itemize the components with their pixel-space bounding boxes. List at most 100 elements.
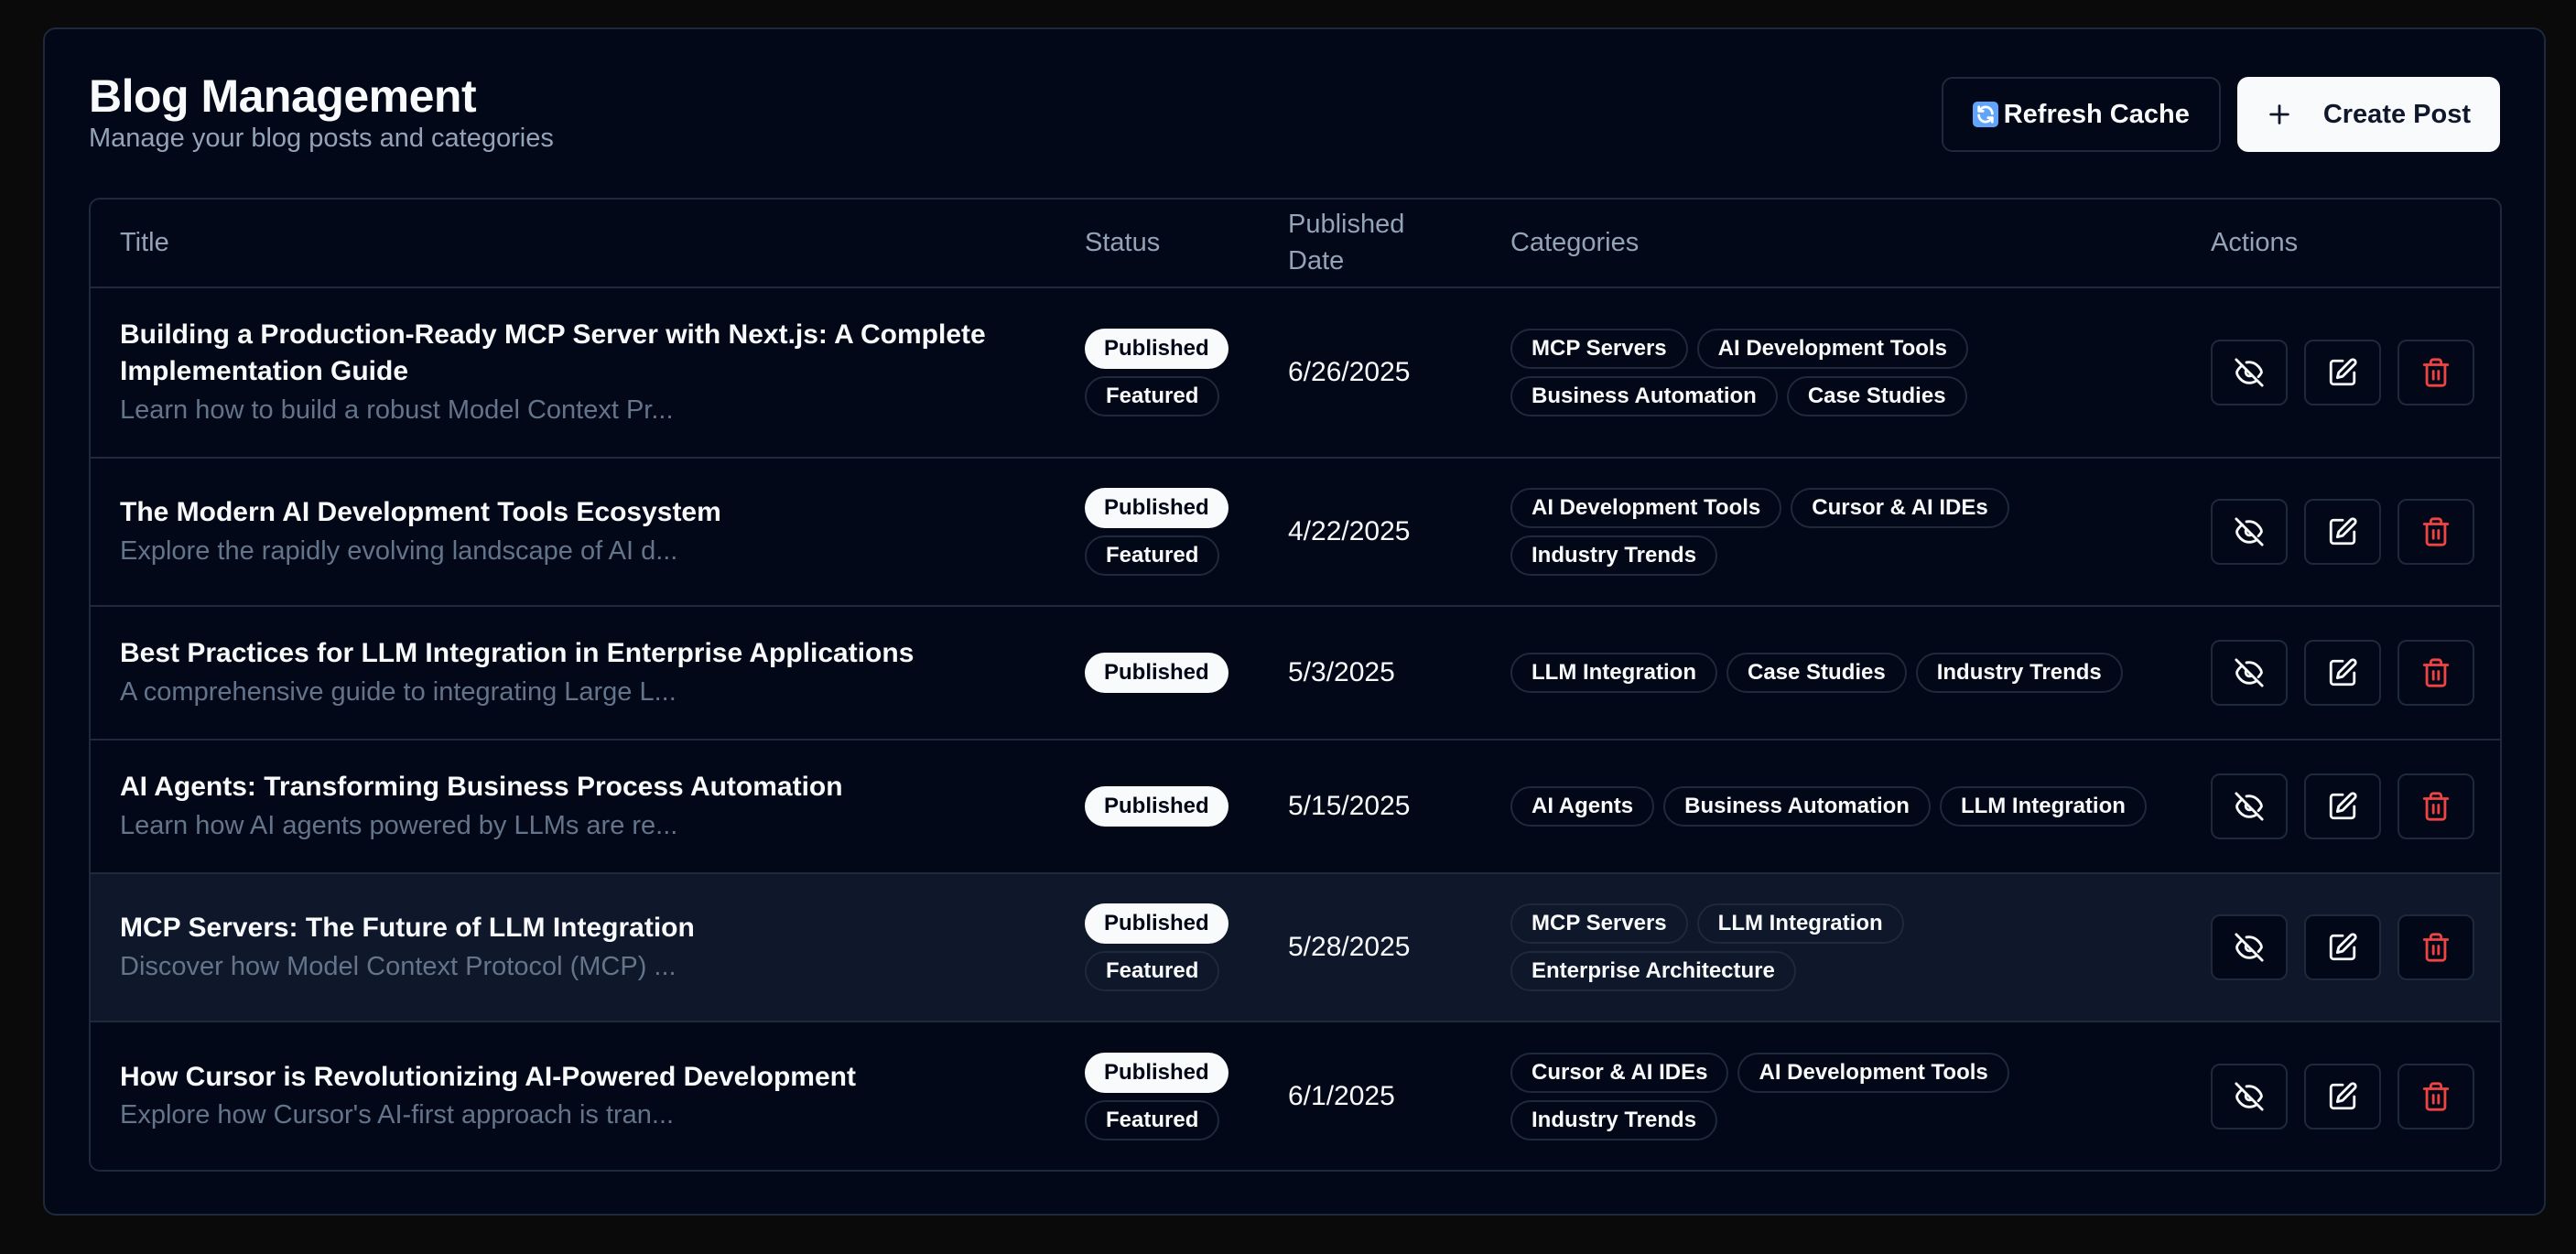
title-cell: Building a Production-Ready MCP Server w… [91, 287, 1055, 459]
category-badge: MCP Servers [1510, 329, 1688, 369]
create-post-label: Create Post [2322, 99, 2471, 129]
trash-icon [2420, 516, 2452, 547]
column-header-published-date: Published Date [1259, 200, 1481, 288]
status-badge: Published [1085, 1052, 1228, 1093]
status-badge: Published [1085, 786, 1228, 827]
published-date: 5/15/2025 [1288, 791, 1411, 821]
page-subtitle: Manage your blog posts and categories [89, 124, 554, 153]
plus-icon [2267, 102, 2292, 127]
category-badge: Business Automation [1663, 786, 1931, 827]
edit-icon [2327, 1081, 2358, 1112]
edit-button[interactable] [2304, 1063, 2381, 1130]
refresh-cache-button[interactable]: Refresh Cache [1941, 77, 2221, 152]
title-cell: AI Agents: Transforming Business Process… [91, 740, 1055, 874]
category-badge: Case Studies [1726, 653, 1907, 693]
edit-icon [2327, 791, 2358, 822]
actions-cell [2181, 458, 2500, 607]
actions-cell [2181, 287, 2500, 459]
date-cell: 5/28/2025 [1259, 873, 1481, 1022]
blog-management-card: Blog Management Manage your blog posts a… [43, 27, 2546, 1216]
table-header-row: Title Status Published Date Categories A… [91, 200, 2500, 288]
delete-button[interactable] [2397, 340, 2474, 405]
table-row: MCP Servers: The Future of LLM Integrati… [91, 873, 2500, 1022]
category-badge: AI Development Tools [1737, 1052, 2009, 1093]
category-badge: Business Automation [1510, 376, 1778, 416]
published-date: 5/28/2025 [1288, 932, 1411, 962]
toggle-visibility-button[interactable] [2211, 914, 2288, 980]
featured-badge: Featured [1085, 376, 1220, 416]
categories-cell: MCP Servers LLM Integration Enterprise Arc… [1481, 873, 2181, 1022]
table-row: How Cursor is Revolutionizing AI-Powered… [91, 1022, 2500, 1170]
status-cell: Published Featured [1055, 287, 1259, 459]
edit-button[interactable] [2304, 773, 2381, 839]
refresh-icon [1972, 102, 1998, 127]
category-list: LLM Integration Case Studies Industry Tren… [1510, 653, 2152, 693]
delete-button[interactable] [2397, 499, 2474, 565]
categories-cell: AI Agents Business Automation LLM Integrat… [1481, 740, 2181, 874]
toggle-visibility-button[interactable] [2211, 640, 2288, 706]
page-header: Blog Management Manage your blog posts a… [89, 71, 554, 154]
delete-button[interactable] [2397, 773, 2474, 839]
post-excerpt: A comprehensive guide to integrating Lar… [120, 676, 676, 707]
edit-button[interactable] [2304, 340, 2381, 405]
status-badge: Published [1085, 903, 1228, 944]
actions-cell [2181, 873, 2500, 1022]
trash-icon [2420, 657, 2452, 688]
refresh-cache-label: Refresh Cache [2003, 99, 2190, 129]
edit-icon [2327, 657, 2358, 688]
category-badge: LLM Integration [1939, 786, 2147, 827]
delete-button[interactable] [2397, 640, 2474, 706]
category-list: AI Development Tools Cursor & AI IDEs Indu… [1510, 488, 2152, 576]
eye-off-icon [2234, 791, 2265, 822]
category-badge: Industry Trends [1510, 535, 1718, 576]
column-header-title: Title [91, 200, 1055, 288]
edit-button[interactable] [2304, 640, 2381, 706]
category-list: MCP Servers AI Development Tools Business … [1510, 329, 2152, 416]
actions-cell [2181, 606, 2500, 741]
create-post-button[interactable]: Create Post [2236, 77, 2500, 152]
category-badge: LLM Integration [1510, 653, 1717, 693]
post-title: MCP Servers: The Future of LLM Integrati… [120, 913, 695, 944]
status-cell: Published Featured [1055, 1022, 1259, 1170]
date-cell: 6/26/2025 [1259, 287, 1481, 459]
column-header-categories: Categories [1481, 200, 2181, 288]
category-badge: MCP Servers [1510, 903, 1688, 944]
post-title: Best Practices for LLM Integration in En… [120, 638, 915, 669]
title-cell: Best Practices for LLM Integration in En… [91, 606, 1055, 741]
published-date: 5/3/2025 [1288, 657, 1395, 687]
category-badge: Industry Trends [1510, 1099, 1718, 1140]
category-badge: Cursor & AI IDEs [1791, 488, 2009, 528]
category-badge: AI Development Tools [1696, 329, 1968, 369]
eye-off-icon [2234, 657, 2265, 688]
trash-icon [2420, 1081, 2452, 1112]
toggle-visibility-button[interactable] [2211, 773, 2288, 839]
toggle-visibility-button[interactable] [2211, 499, 2288, 565]
categories-cell: Cursor & AI IDEs AI Development Tools Indu… [1481, 1022, 2181, 1170]
status-cell: Published [1055, 606, 1259, 741]
featured-badge: Featured [1085, 951, 1220, 991]
date-cell: 4/22/2025 [1259, 458, 1481, 607]
toggle-visibility-button[interactable] [2211, 340, 2288, 405]
edit-button[interactable] [2304, 914, 2381, 980]
edit-icon [2327, 932, 2358, 963]
date-cell: 5/15/2025 [1259, 740, 1481, 874]
date-cell: 6/1/2025 [1259, 1022, 1481, 1170]
status-cell: Published Featured [1055, 458, 1259, 607]
delete-button[interactable] [2397, 1063, 2474, 1130]
post-title: AI Agents: Transforming Business Process… [120, 772, 843, 803]
toggle-visibility-button[interactable] [2211, 1063, 2288, 1130]
edit-button[interactable] [2304, 499, 2381, 565]
table-row: The Modern AI Development Tools Ecosyste… [91, 458, 2500, 607]
category-badge: Cursor & AI IDEs [1510, 1052, 1729, 1093]
category-badge: AI Development Tools [1510, 488, 1782, 528]
trash-icon [2420, 357, 2452, 388]
status-badge: Published [1085, 329, 1228, 369]
status-badge: Published [1085, 488, 1228, 528]
featured-badge: Featured [1085, 535, 1220, 576]
status-badge: Published [1085, 653, 1228, 693]
status-cell: Published [1055, 740, 1259, 874]
actions-cell [2181, 740, 2500, 874]
delete-button[interactable] [2397, 914, 2474, 980]
categories-cell: AI Development Tools Cursor & AI IDEs Indu… [1481, 458, 2181, 607]
eye-off-icon [2234, 1081, 2265, 1112]
